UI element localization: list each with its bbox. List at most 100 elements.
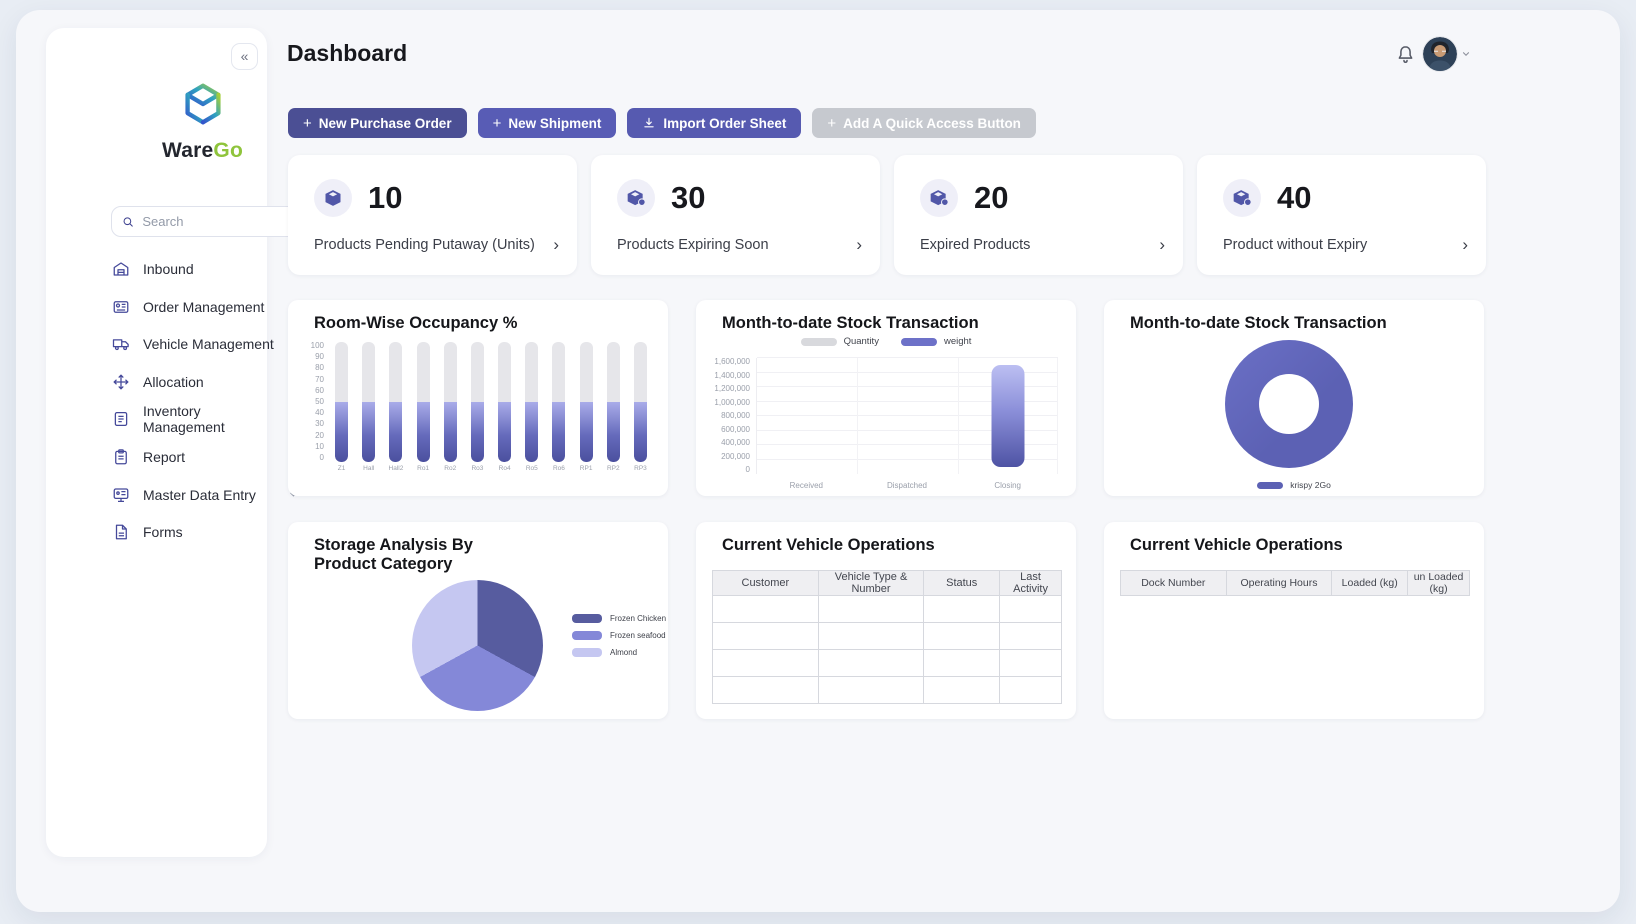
chevron-right-icon[interactable]: › bbox=[1462, 236, 1468, 253]
legend-swatch bbox=[801, 338, 837, 346]
bar-fill bbox=[580, 402, 593, 462]
stock-transaction-donut-card: Month-to-date Stock Transaction krispy 2… bbox=[1104, 300, 1484, 496]
warehouse-icon bbox=[112, 260, 130, 278]
stock-plot bbox=[756, 358, 1058, 474]
bar-fill bbox=[335, 402, 348, 462]
y-tick-label: 200,000 bbox=[721, 453, 750, 461]
download-icon bbox=[642, 116, 656, 130]
sidebar-item-inventory-management[interactable]: Inventory Management bbox=[102, 404, 307, 434]
order-card-icon bbox=[112, 298, 130, 316]
stock-transaction-chart: 1,600,0001,400,0001,200,0001,000,000800,… bbox=[710, 358, 1058, 474]
new-purchase-order-button[interactable]: + New Purchase Order bbox=[288, 108, 467, 138]
stock-transaction-bar-card: Month-to-date Stock Transaction Quantity… bbox=[696, 300, 1076, 496]
sidebar-item-master-data-entry[interactable]: Master Data Entry bbox=[102, 480, 307, 510]
bar-fill bbox=[607, 402, 620, 462]
sidebar-item-order-management[interactable]: Order Management bbox=[102, 292, 307, 322]
avatar-chevron-down-icon[interactable] bbox=[1461, 49, 1471, 59]
stat-card-expired: 20 Expired Products › bbox=[894, 155, 1183, 275]
bar-column: Ro5 bbox=[518, 342, 545, 488]
x-tick-label: Z1 bbox=[338, 465, 346, 472]
sidebar-item-label: Order Management bbox=[143, 299, 275, 315]
card-title: Current Vehicle Operations bbox=[1104, 522, 1484, 555]
stat-cards: 10 Products Pending Putaway (Units) › 30… bbox=[288, 155, 1486, 275]
sidebar-item-label: Forms bbox=[143, 524, 275, 540]
new-shipment-button[interactable]: + New Shipment bbox=[478, 108, 617, 138]
column-header: Status bbox=[924, 571, 1000, 596]
x-tick-label: Ro5 bbox=[526, 465, 538, 472]
stat-value: 10 bbox=[368, 180, 402, 216]
bar-column: Ro6 bbox=[545, 342, 572, 488]
table-cell bbox=[713, 623, 819, 650]
table-cell bbox=[713, 677, 819, 704]
y-tick-label: 1,400,000 bbox=[714, 372, 750, 380]
donut-legend: krispy 2Go bbox=[1104, 480, 1484, 490]
chevron-right-icon[interactable]: › bbox=[553, 236, 559, 253]
bar-column: RP2 bbox=[600, 342, 627, 488]
brand-go: Go bbox=[213, 139, 243, 162]
column-header: Customer bbox=[713, 571, 819, 596]
y-tick-label: 0 bbox=[746, 466, 750, 474]
table-cell bbox=[818, 677, 924, 704]
x-tick-label: Ro6 bbox=[553, 465, 565, 472]
legend-swatch bbox=[901, 338, 937, 346]
storage-analysis-card: Storage Analysis By Product Category Fro… bbox=[288, 522, 668, 719]
sidebar: WareGo Inbound Order Management Vehicle … bbox=[46, 28, 267, 857]
sidebar-item-label: Report bbox=[143, 449, 275, 465]
pie-legend: Frozen ChickenFrozen seafoodAlmond bbox=[572, 614, 666, 657]
x-tick-label: Closing bbox=[957, 481, 1058, 490]
add-quick-access-button[interactable]: + Add A Quick Access Button bbox=[812, 108, 1036, 138]
bar-column: Z1 bbox=[328, 342, 355, 488]
card-title: Room-Wise Occupancy % bbox=[288, 300, 668, 333]
y-tick-label: 30 bbox=[315, 420, 324, 428]
search-box[interactable] bbox=[111, 206, 304, 237]
sidebar-item-vehicle-management[interactable]: Vehicle Management bbox=[102, 329, 307, 359]
file-icon bbox=[112, 523, 130, 541]
search-input[interactable] bbox=[142, 214, 293, 229]
x-tick-label: Received bbox=[756, 481, 857, 490]
x-tick-label: RP3 bbox=[634, 465, 647, 472]
bar-track bbox=[552, 342, 565, 462]
page-title: Dashboard bbox=[287, 40, 407, 67]
sidebar-item-forms[interactable]: Forms bbox=[102, 517, 307, 547]
table-row bbox=[713, 596, 1062, 623]
quick-actions: + New Purchase Order + New Shipment Impo… bbox=[288, 108, 1036, 138]
chevron-right-icon[interactable]: › bbox=[856, 236, 862, 253]
column-header: Operating Hours bbox=[1226, 571, 1332, 596]
donut-chart bbox=[1225, 340, 1353, 468]
cube-logo-icon bbox=[174, 78, 232, 130]
button-label: New Shipment bbox=[508, 116, 601, 131]
card-title: Month-to-date Stock Transaction bbox=[1104, 300, 1484, 333]
button-label: New Purchase Order bbox=[319, 116, 452, 131]
bar-track bbox=[417, 342, 430, 462]
sidebar-item-allocation[interactable]: Allocation bbox=[102, 367, 307, 397]
plus-icon: + bbox=[303, 115, 312, 132]
stock-x-axis: ReceivedDispatchedClosing bbox=[756, 481, 1058, 490]
bar-fill bbox=[362, 402, 375, 462]
user-avatar[interactable] bbox=[1423, 37, 1457, 71]
bar-column: Hall bbox=[355, 342, 382, 488]
column-header: Loaded (kg) bbox=[1332, 571, 1408, 596]
table-cell bbox=[924, 677, 1000, 704]
bar-fill bbox=[525, 402, 538, 462]
import-order-sheet-button[interactable]: Import Order Sheet bbox=[627, 108, 801, 138]
sidebar-item-report[interactable]: Report bbox=[102, 442, 307, 472]
legend-swatch bbox=[572, 631, 602, 640]
notification-bell-icon[interactable] bbox=[1394, 43, 1417, 72]
vehicle-operations-card: Current Vehicle Operations CustomerVehic… bbox=[696, 522, 1076, 719]
sidebar-nav: Inbound Order Management Vehicle Managem… bbox=[102, 254, 307, 555]
table-cell bbox=[818, 623, 924, 650]
legend-item: Quantity bbox=[801, 336, 879, 347]
sidebar-collapse-button[interactable]: « bbox=[231, 43, 258, 70]
bar-column: Ro4 bbox=[491, 342, 518, 488]
legend-label: Quantity bbox=[844, 336, 879, 347]
x-tick-label: Hall bbox=[363, 465, 374, 472]
gridline bbox=[857, 358, 858, 474]
stock-legend: Quantityweight bbox=[696, 336, 1076, 347]
chevron-right-icon[interactable]: › bbox=[1159, 236, 1165, 253]
stat-card-expiring-soon: 30 Products Expiring Soon › bbox=[591, 155, 880, 275]
stock-y-axis: 1,600,0001,400,0001,200,0001,000,000800,… bbox=[710, 358, 756, 474]
table-cell bbox=[1000, 623, 1062, 650]
legend-item: Frozen Chicken bbox=[572, 614, 666, 623]
table-row bbox=[713, 650, 1062, 677]
sidebar-item-inbound[interactable]: Inbound bbox=[102, 254, 307, 284]
